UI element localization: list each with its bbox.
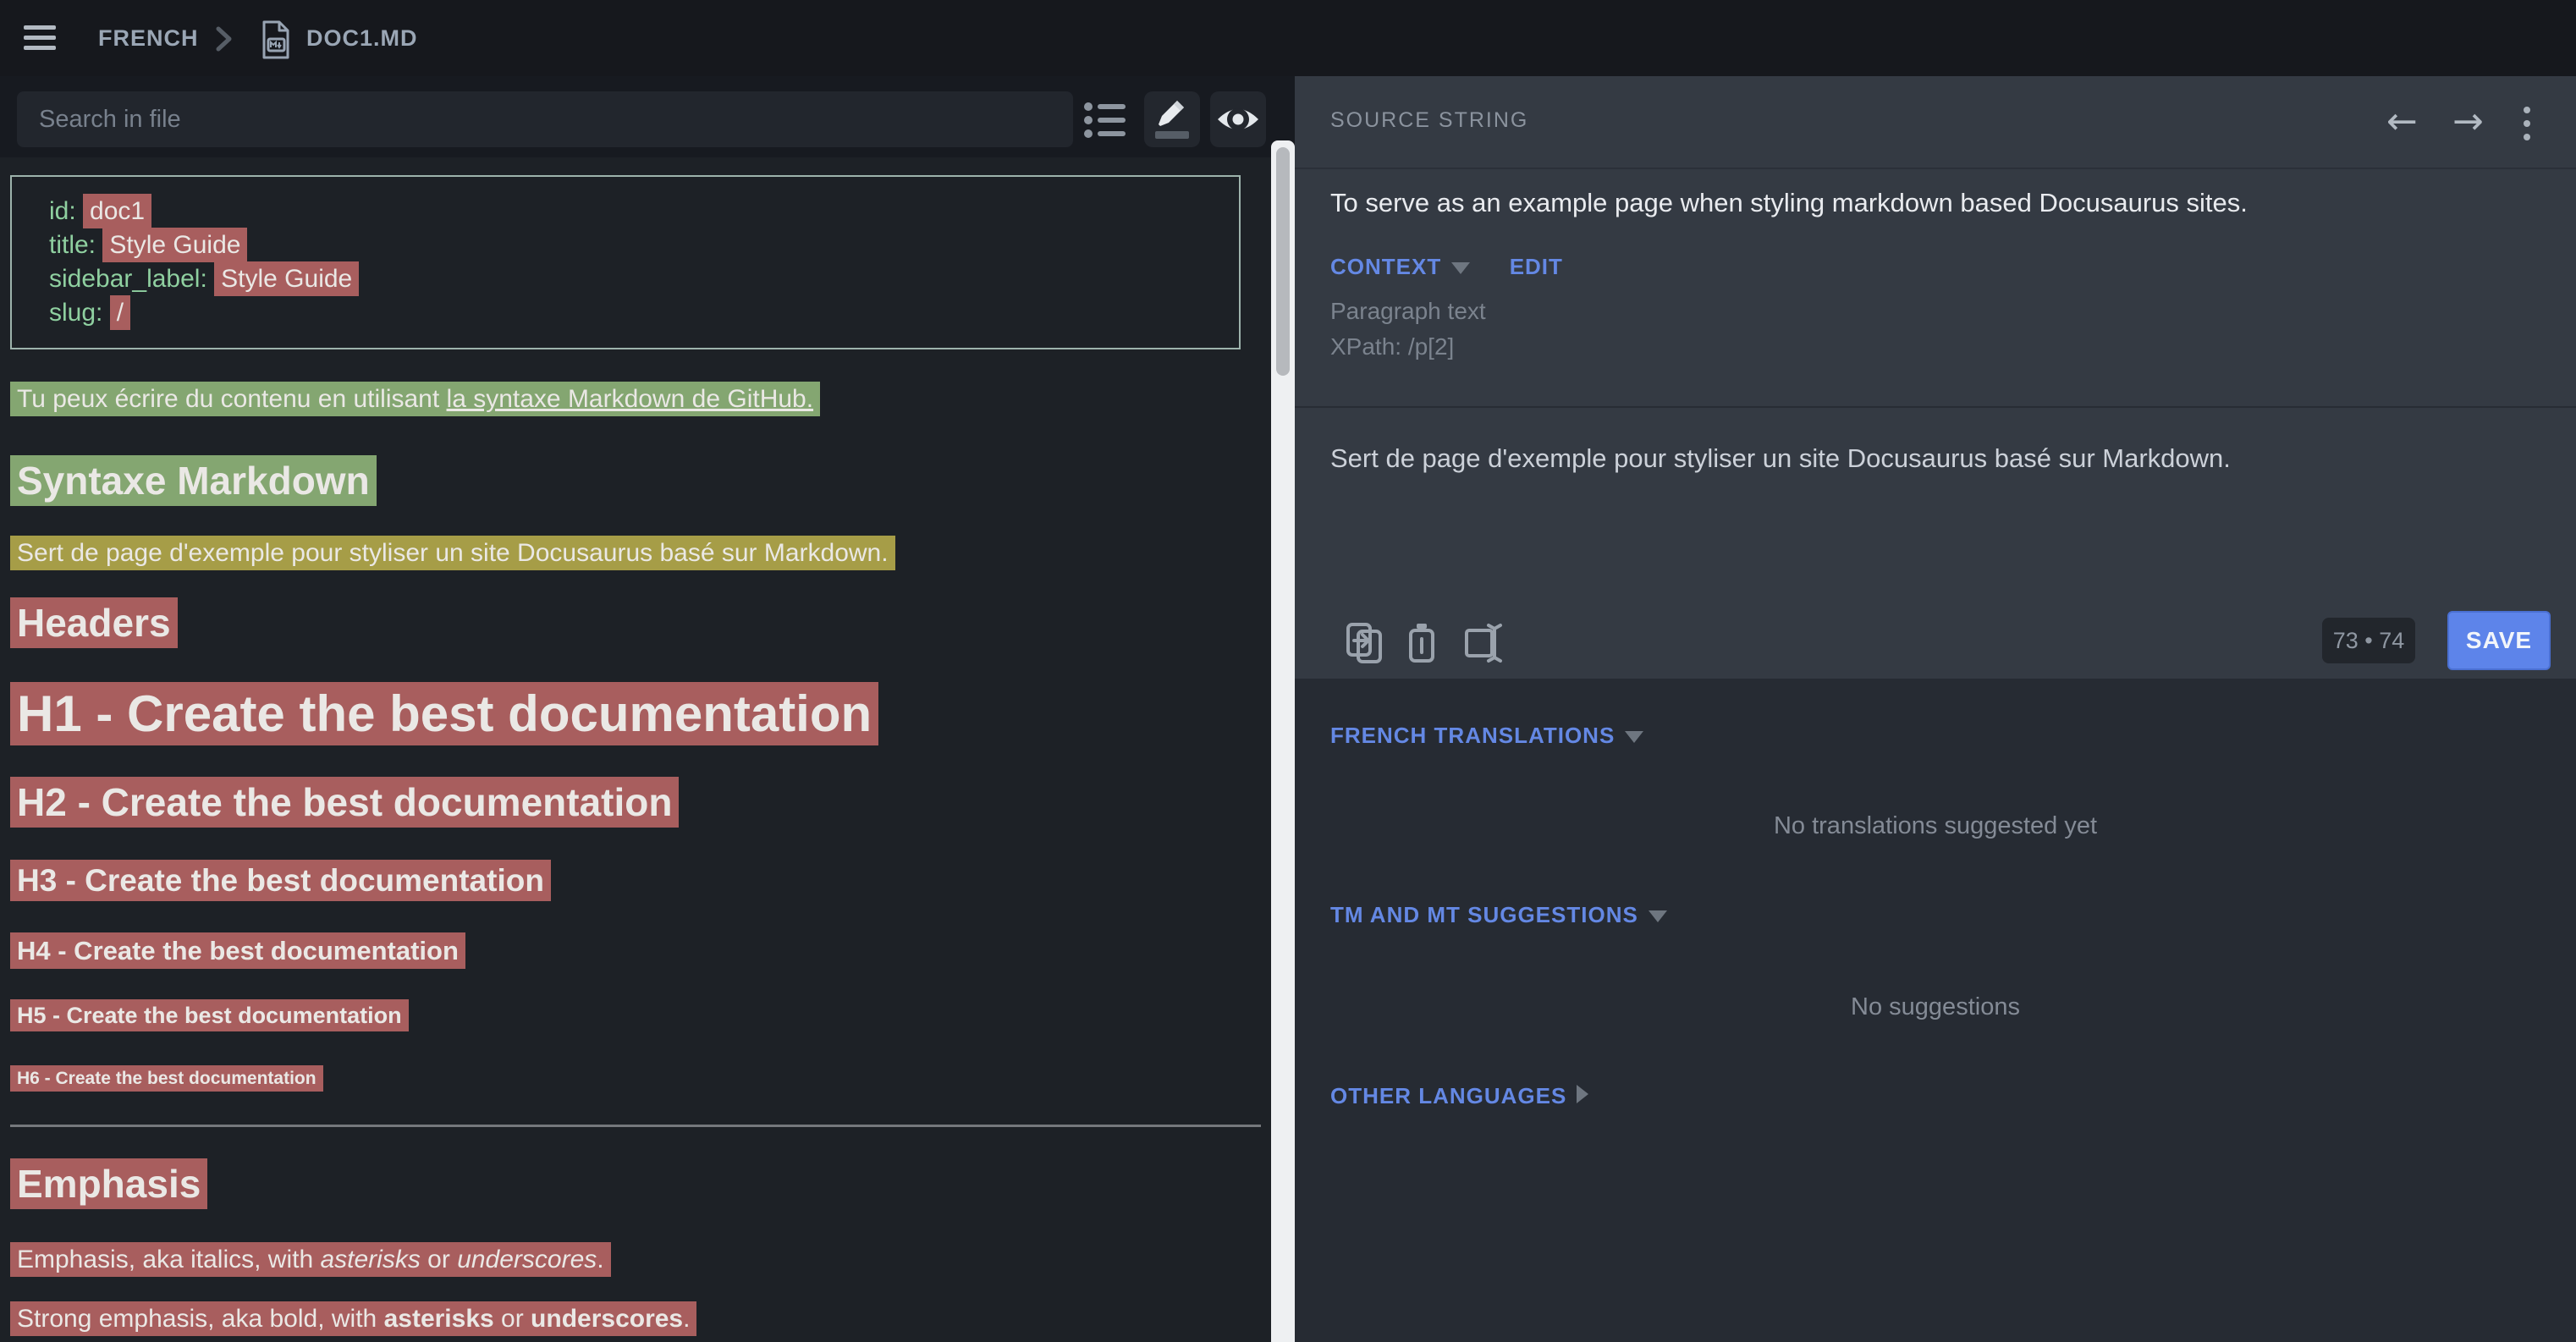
translatable-string[interactable]: H4 - Create the best documentation bbox=[10, 932, 465, 969]
document-panel: id: doc1 title: Style Guide sidebar_labe… bbox=[0, 76, 1271, 1342]
document-content: id: doc1 title: Style Guide sidebar_labe… bbox=[0, 157, 1271, 1339]
string-list-toggle-button[interactable] bbox=[1082, 96, 1129, 144]
paragraph-intro: Tu peux écrire du contenu en utilisant l… bbox=[10, 380, 1261, 419]
translatable-string[interactable]: Tu peux écrire du contenu en utilisant l… bbox=[10, 382, 820, 416]
pencil-icon bbox=[1153, 99, 1191, 129]
heading-headers: Headers bbox=[10, 598, 1261, 647]
file-toolbar bbox=[0, 76, 1271, 157]
source-string-text: To serve as an example page when styling… bbox=[1330, 188, 2540, 218]
frontmatter-key: slug: bbox=[49, 299, 110, 327]
frontmatter-value-string[interactable]: / bbox=[110, 295, 130, 330]
text-cursor-icon[interactable] bbox=[1464, 622, 1503, 664]
bullet-list-icon bbox=[1083, 100, 1127, 140]
translatable-string[interactable]: H3 - Create the best documentation bbox=[10, 860, 551, 901]
inline-link[interactable]: la syntaxe Markdown de GitHub. bbox=[447, 385, 814, 413]
frontmatter-line: sidebar_label: Style Guide bbox=[49, 262, 1239, 296]
selected-string[interactable]: Sert de page d'exemple pour styliser un … bbox=[10, 536, 895, 570]
translatable-string[interactable]: H2 - Create the best documentation bbox=[10, 777, 679, 828]
frontmatter-line: title: Style Guide bbox=[49, 228, 1239, 262]
highlight-color-bar bbox=[1153, 129, 1191, 140]
scrollbar-thumb[interactable] bbox=[1276, 147, 1290, 376]
translatable-string[interactable]: Headers bbox=[10, 597, 178, 648]
translatable-string[interactable]: H6 - Create the best documentation bbox=[10, 1065, 323, 1092]
context-dropdown[interactable]: CONTEXT bbox=[1330, 254, 1441, 279]
tm-mt-section-toggle[interactable]: TM AND MT SUGGESTIONS bbox=[1330, 902, 1638, 927]
frontmatter-line: slug: / bbox=[49, 296, 1239, 330]
character-counter: 73 • 74 bbox=[2322, 618, 2415, 663]
heading-h1-sample: H1 - Create the best documentation bbox=[10, 683, 1261, 745]
heading-h3-sample: H3 - Create the best documentation bbox=[10, 861, 1261, 900]
breadcrumb-filename[interactable]: DOC1.MD bbox=[306, 0, 418, 76]
translation-divider bbox=[1295, 406, 2576, 408]
source-string-title: SOURCE STRING bbox=[1330, 108, 1528, 133]
tm-empty-message: No suggestions bbox=[1295, 993, 2576, 1021]
translation-editor-panel: SOURCE STRING ← → To serve as an example… bbox=[1295, 76, 2576, 679]
translatable-string[interactable]: H1 - Create the best documentation bbox=[10, 682, 878, 745]
next-string-button[interactable]: → bbox=[2452, 100, 2484, 143]
heading-h6-sample: H6 - Create the best documentation bbox=[10, 1066, 1261, 1091]
delete-translation-icon[interactable] bbox=[1406, 622, 1437, 664]
context-type-text: Paragraph text bbox=[1330, 298, 1486, 325]
breadcrumb-chevron-icon bbox=[215, 26, 234, 52]
horizontal-rule bbox=[10, 1125, 1261, 1127]
frontmatter-value-string[interactable]: doc1 bbox=[83, 194, 151, 228]
edit-context-button[interactable]: EDIT bbox=[1510, 254, 1563, 279]
highlight-mode-button[interactable] bbox=[1144, 91, 1200, 147]
markdown-file-icon bbox=[261, 20, 291, 59]
frontmatter-line: id: doc1 bbox=[49, 195, 1239, 228]
heading-h5-sample: H5 - Create the best documentation bbox=[10, 1000, 1261, 1031]
search-input[interactable] bbox=[17, 91, 1073, 147]
heading-syntaxe-markdown: Syntaxe Markdown bbox=[10, 456, 1261, 505]
paragraph-selected: Sert de page d'exemple pour styliser un … bbox=[10, 534, 1261, 573]
translatable-string[interactable]: Emphasis, aka italics, with asterisks or… bbox=[10, 1242, 611, 1277]
heading-h4-sample: H4 - Create the best documentation bbox=[10, 934, 1261, 968]
eye-icon bbox=[1216, 104, 1260, 135]
frontmatter-value-string[interactable]: Style Guide bbox=[214, 261, 359, 296]
previous-string-button[interactable]: ← bbox=[2386, 100, 2418, 143]
heading-h2-sample: H2 - Create the best documentation bbox=[10, 778, 1261, 827]
frontmatter-key: id: bbox=[49, 197, 83, 225]
paragraph-bold: Strong emphasis, aka bold, with asterisk… bbox=[10, 1300, 1261, 1339]
paragraph-italics: Emphasis, aka italics, with asterisks or… bbox=[10, 1240, 1261, 1279]
translations-empty-message: No translations suggested yet bbox=[1295, 812, 2576, 840]
translatable-string[interactable]: Syntaxe Markdown bbox=[10, 455, 377, 506]
translatable-string[interactable]: Emphasis bbox=[10, 1158, 207, 1209]
copy-source-icon[interactable] bbox=[1346, 622, 1383, 664]
frontmatter-block[interactable]: id: doc1 title: Style Guide sidebar_labe… bbox=[10, 175, 1241, 349]
translation-input[interactable]: Sert de page d'exemple pour styliser un … bbox=[1330, 443, 2540, 474]
chevron-down-icon bbox=[1451, 262, 1470, 274]
top-bar: FRENCH DOC1.MD bbox=[0, 0, 2576, 76]
translatable-string[interactable]: H5 - Create the best documentation bbox=[10, 999, 409, 1031]
hamburger-menu-icon[interactable] bbox=[24, 25, 56, 56]
suggestions-panel: FRENCH TRANSLATIONS No translations sugg… bbox=[1295, 679, 2576, 1342]
translatable-string[interactable]: Strong emphasis, aka bold, with asterisk… bbox=[10, 1301, 696, 1336]
other-languages-section-toggle[interactable]: OTHER LANGUAGES bbox=[1330, 1083, 1566, 1108]
header-divider bbox=[1295, 168, 2576, 169]
heading-emphasis: Emphasis bbox=[10, 1159, 1261, 1208]
frontmatter-key: title: bbox=[49, 231, 102, 259]
breadcrumb-project[interactable]: FRENCH bbox=[98, 0, 199, 76]
more-options-button[interactable] bbox=[2524, 107, 2530, 147]
chevron-down-icon bbox=[1625, 731, 1643, 743]
document-scrollbar[interactable] bbox=[1271, 140, 1295, 1342]
chevron-down-icon bbox=[1649, 910, 1667, 922]
french-translations-section-toggle[interactable]: FRENCH TRANSLATIONS bbox=[1330, 723, 1615, 748]
chevron-right-icon bbox=[1577, 1085, 1588, 1103]
context-xpath-text: XPath: /p[2] bbox=[1330, 333, 1454, 360]
save-button[interactable]: SAVE bbox=[2447, 611, 2551, 670]
frontmatter-key: sidebar_label: bbox=[49, 265, 214, 293]
frontmatter-value-string[interactable]: Style Guide bbox=[102, 228, 247, 262]
preview-toggle-button[interactable] bbox=[1210, 91, 1266, 147]
